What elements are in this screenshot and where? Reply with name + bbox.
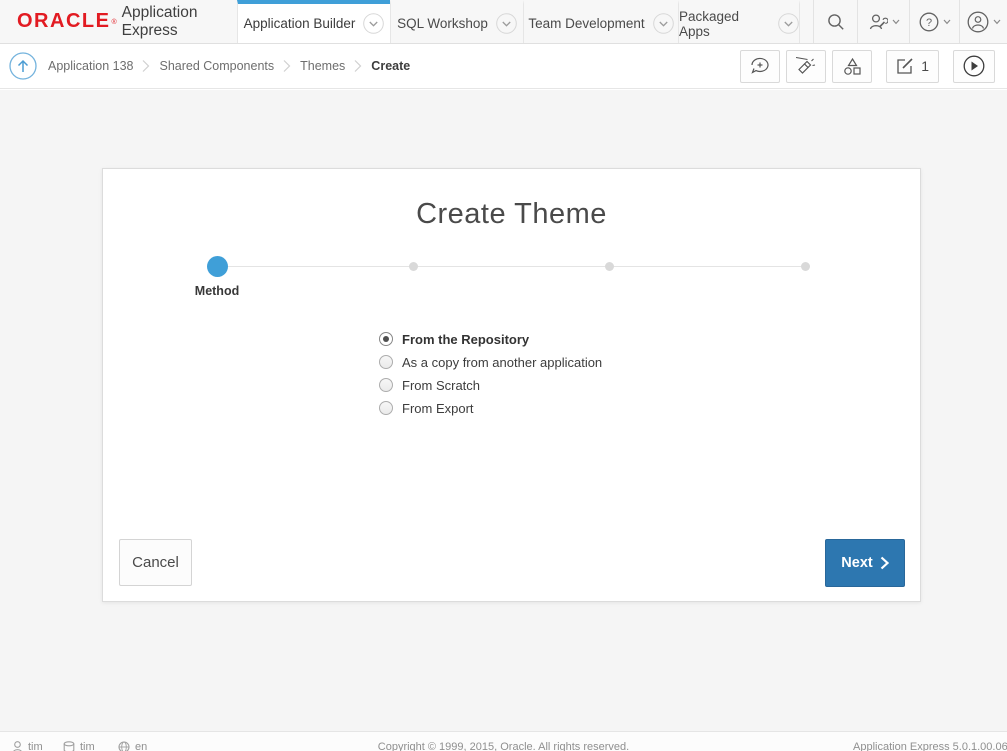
topbar-icon-group: ? [804,0,1007,43]
next-button-label: Next [841,555,872,571]
breadcrumb-themes[interactable]: Themes [300,59,345,73]
feedback-bubble-icon [750,57,770,75]
help-menu-icon[interactable]: ? [909,0,959,43]
page-footer: tim tim en Copyright © 1999, 2015, Oracl… [0,731,1007,751]
search-icon[interactable] [813,0,857,43]
chevron-down-icon [892,19,900,25]
wizard-step-pending-dot [801,262,810,271]
up-level-icon[interactable] [9,52,37,80]
breadcrumb-separator-icon [354,59,362,73]
page-title: Create Theme [103,198,920,231]
page-toolbar: 1 [740,50,995,83]
breadcrumb-shared-components[interactable]: Shared Components [159,59,274,73]
edit-page-number: 1 [921,58,929,74]
breadcrumb-create: Create [371,59,410,73]
radio-option-label: From Scratch [402,378,480,393]
oracle-apex-logo: ORACLE® Application Express [0,0,237,43]
tab-label: SQL Workshop [397,16,488,31]
edit-icon [896,57,914,75]
radio-option-label: From Export [402,401,474,416]
feedback-button[interactable] [740,50,780,83]
radio-option-from-export[interactable]: From Export [379,401,602,415]
page-body: Create Theme Method From the Repository … [0,90,1007,731]
chevron-down-icon[interactable] [363,13,384,34]
edit-page-button[interactable]: 1 [886,50,939,83]
radio-option-from-repository[interactable]: From the Repository [379,332,602,346]
chevron-down-icon [993,19,1001,25]
tab-label: Team Development [528,16,644,31]
tab-label: Packaged Apps [679,9,770,39]
wizard-step-pending-dot [605,262,614,271]
tab-packaged-apps[interactable]: Packaged Apps [678,0,800,43]
play-icon [963,55,985,77]
admin-menu-icon[interactable] [857,0,909,43]
chevron-down-icon[interactable] [778,13,799,34]
tab-sql-workshop[interactable]: SQL Workshop [390,0,523,43]
run-application-button[interactable] [953,50,995,83]
spotlight-button[interactable] [786,50,826,83]
radio-selected-icon[interactable] [379,332,393,346]
radio-option-from-scratch[interactable]: From Scratch [379,378,602,392]
wizard-step-pending-dot [409,262,418,271]
chevron-down-icon [943,19,951,25]
shared-components-button[interactable] [832,50,872,83]
spotlight-icon [796,57,816,76]
breadcrumb-separator-icon [142,59,150,73]
account-menu-icon[interactable] [959,0,1007,43]
radio-unselected-icon[interactable] [379,355,393,369]
svg-text:?: ? [925,17,931,29]
method-radio-group: From the Repository As a copy from anoth… [379,332,602,415]
wizard-progress-line [217,266,805,267]
product-name: Application Express [122,4,237,40]
breadcrumb-separator-icon [283,59,291,73]
chevron-right-icon [880,556,889,570]
radio-option-copy-from-application[interactable]: As a copy from another application [379,355,602,369]
tab-application-builder[interactable]: Application Builder [237,0,390,43]
tab-team-development[interactable]: Team Development [523,0,678,43]
radio-unselected-icon[interactable] [379,378,393,392]
radio-unselected-icon[interactable] [379,401,393,415]
breadcrumb-bar: Application 138 Shared Components Themes… [0,44,1007,89]
wizard-step-label: Method [157,284,277,298]
wizard-step-current-dot [207,256,228,277]
oracle-wordmark: ORACLE [17,10,110,33]
cancel-button[interactable]: Cancel [119,539,192,586]
radio-option-label: From the Repository [402,332,529,347]
create-theme-wizard: Create Theme Method From the Repository … [102,168,921,602]
breadcrumb-application[interactable]: Application 138 [48,59,133,73]
chevron-down-icon[interactable] [496,13,517,34]
next-button[interactable]: Next [825,539,905,587]
tab-label: Application Builder [244,16,356,31]
footer-version: Application Express 5.0.1.00.06 [853,741,1007,751]
top-navigation-bar: ORACLE® Application Express Application … [0,0,1007,44]
chevron-down-icon[interactable] [653,13,674,34]
cancel-button-label: Cancel [132,554,179,571]
shapes-icon [843,57,862,76]
registered-mark: ® [111,19,116,26]
radio-option-label: As a copy from another application [402,355,602,370]
